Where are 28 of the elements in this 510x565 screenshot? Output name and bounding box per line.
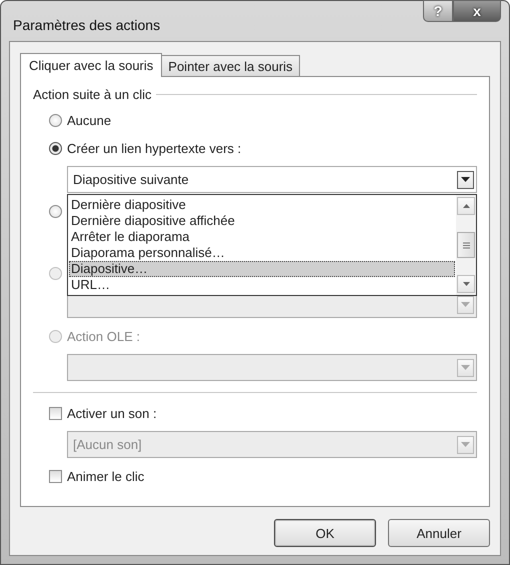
tab[interactable]: Pointer avec la souris xyxy=(161,55,300,76)
dialog-button[interactable]: OK xyxy=(274,519,376,547)
scrollbar[interactable] xyxy=(456,195,476,295)
radio-label: Aucune xyxy=(67,112,112,128)
scroll-thumb[interactable] xyxy=(457,232,475,258)
checkbox-label: Activer un son : xyxy=(67,406,157,420)
dropdown-item[interactable]: Dernière diapositive affichée xyxy=(69,213,455,229)
checkbox[interactable] xyxy=(49,406,62,420)
dropdown-item[interactable]: Diaporama personnalisé… xyxy=(69,245,455,261)
group-label: Action suite à un clic xyxy=(33,87,152,102)
dropdown-field[interactable]: Diapositive suivante xyxy=(67,166,477,193)
radio-button[interactable] xyxy=(49,142,62,154)
radio-button[interactable] xyxy=(49,114,62,126)
radio-label: Action OLE : xyxy=(67,328,140,344)
close-button[interactable]: x xyxy=(453,0,501,22)
dialog-button[interactable]: Annuler xyxy=(388,519,490,547)
scroll-down-icon[interactable] xyxy=(457,275,475,293)
radio-button[interactable] xyxy=(49,204,62,218)
dropdown-item[interactable]: Dernière diapositive xyxy=(69,197,455,213)
dropdown-item[interactable]: Arrêter le diaporama xyxy=(69,229,455,245)
scroll-up-icon[interactable] xyxy=(457,197,475,215)
checkbox[interactable] xyxy=(49,470,62,482)
window-title: Paramètres des actions xyxy=(13,17,160,33)
dropdown-item[interactable]: Diapositive… xyxy=(69,261,455,277)
tab[interactable]: Cliquer avec la souris xyxy=(20,53,162,77)
dropdown-item[interactable]: URL… xyxy=(69,277,455,293)
checkbox-label: Animer le clic xyxy=(67,468,144,484)
radio-label: Créer un lien hypertexte vers : xyxy=(67,140,242,156)
